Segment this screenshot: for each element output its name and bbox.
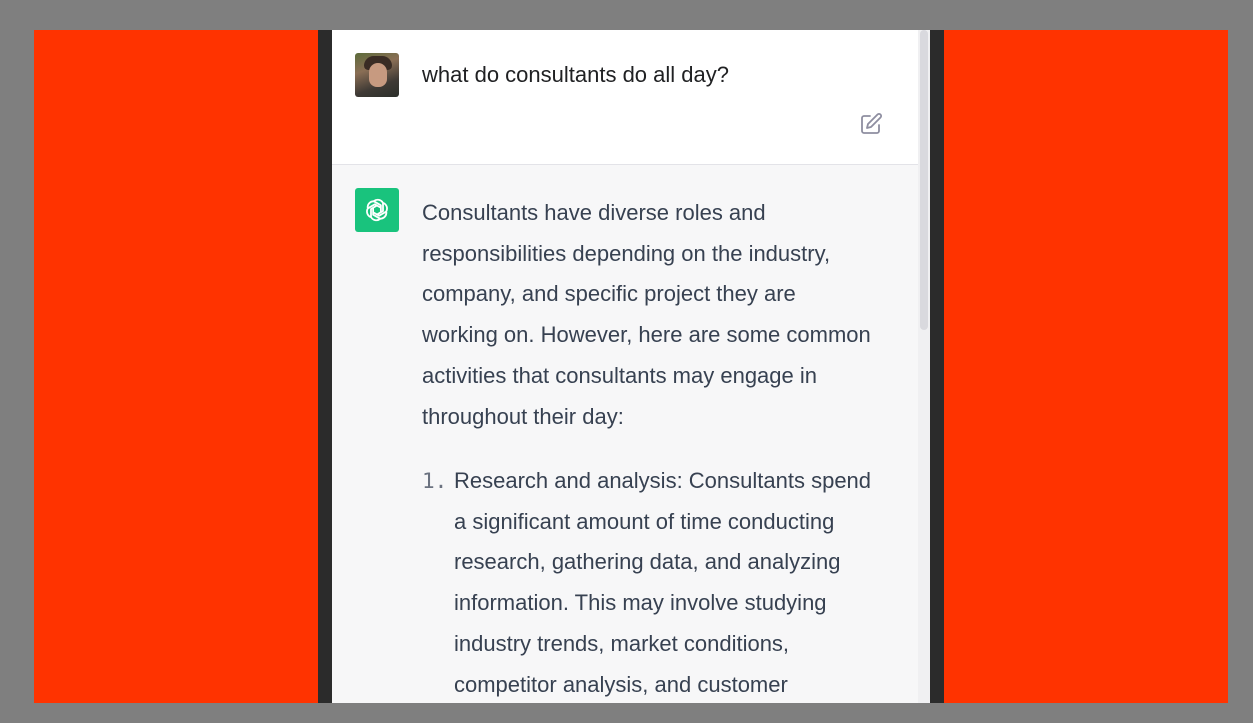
intro-line: responsibilities depending on the indust…: [422, 240, 831, 266]
intro-line: activities that consultants may engage i…: [422, 362, 818, 388]
chat-window-frame: what do consultants do all day? Consulta…: [318, 30, 944, 703]
intro-line: throughout their day:: [422, 403, 624, 429]
edit-icon[interactable]: [859, 112, 883, 136]
list-item-number: 1.: [422, 469, 448, 493]
scrollbar-thumb[interactable]: [920, 30, 928, 330]
assistant-intro: Consultants have diverse roles and respo…: [422, 193, 902, 437]
user-avatar: [355, 53, 399, 97]
user-message-text: what do consultants do all day?: [422, 62, 729, 87]
list-item-line: competitor analysis, and customer: [454, 671, 788, 697]
scrollbar[interactable]: [918, 30, 930, 703]
intro-line: Consultants have diverse roles and: [422, 200, 766, 225]
list-item-line: a significant amount of time conducting: [454, 508, 835, 534]
user-message-row: what do consultants do all day?: [332, 30, 918, 165]
avatar-face: [369, 63, 387, 87]
assistant-message-row: Consultants have diverse roles and respo…: [332, 165, 918, 703]
list-item-line: research, gathering data, and analyzing: [454, 549, 841, 575]
list-item-line: Research and analysis: Consultants spend: [454, 468, 872, 493]
list-item-line: industry trends, market conditions,: [454, 630, 790, 656]
intro-line: company, and specific project they are: [422, 281, 796, 307]
numbered-list: 1. Research and analysis: Consultants sp…: [422, 461, 902, 703]
chat-conversation: what do consultants do all day? Consulta…: [332, 30, 918, 703]
intro-line: working on. However, here are some commo…: [422, 322, 871, 348]
list-item: 1. Research and analysis: Consultants sp…: [422, 461, 902, 703]
backdrop: what do consultants do all day? Consulta…: [34, 30, 1228, 703]
list-item-line: information. This may involve studying: [454, 590, 827, 616]
openai-logo-icon: [355, 188, 399, 232]
